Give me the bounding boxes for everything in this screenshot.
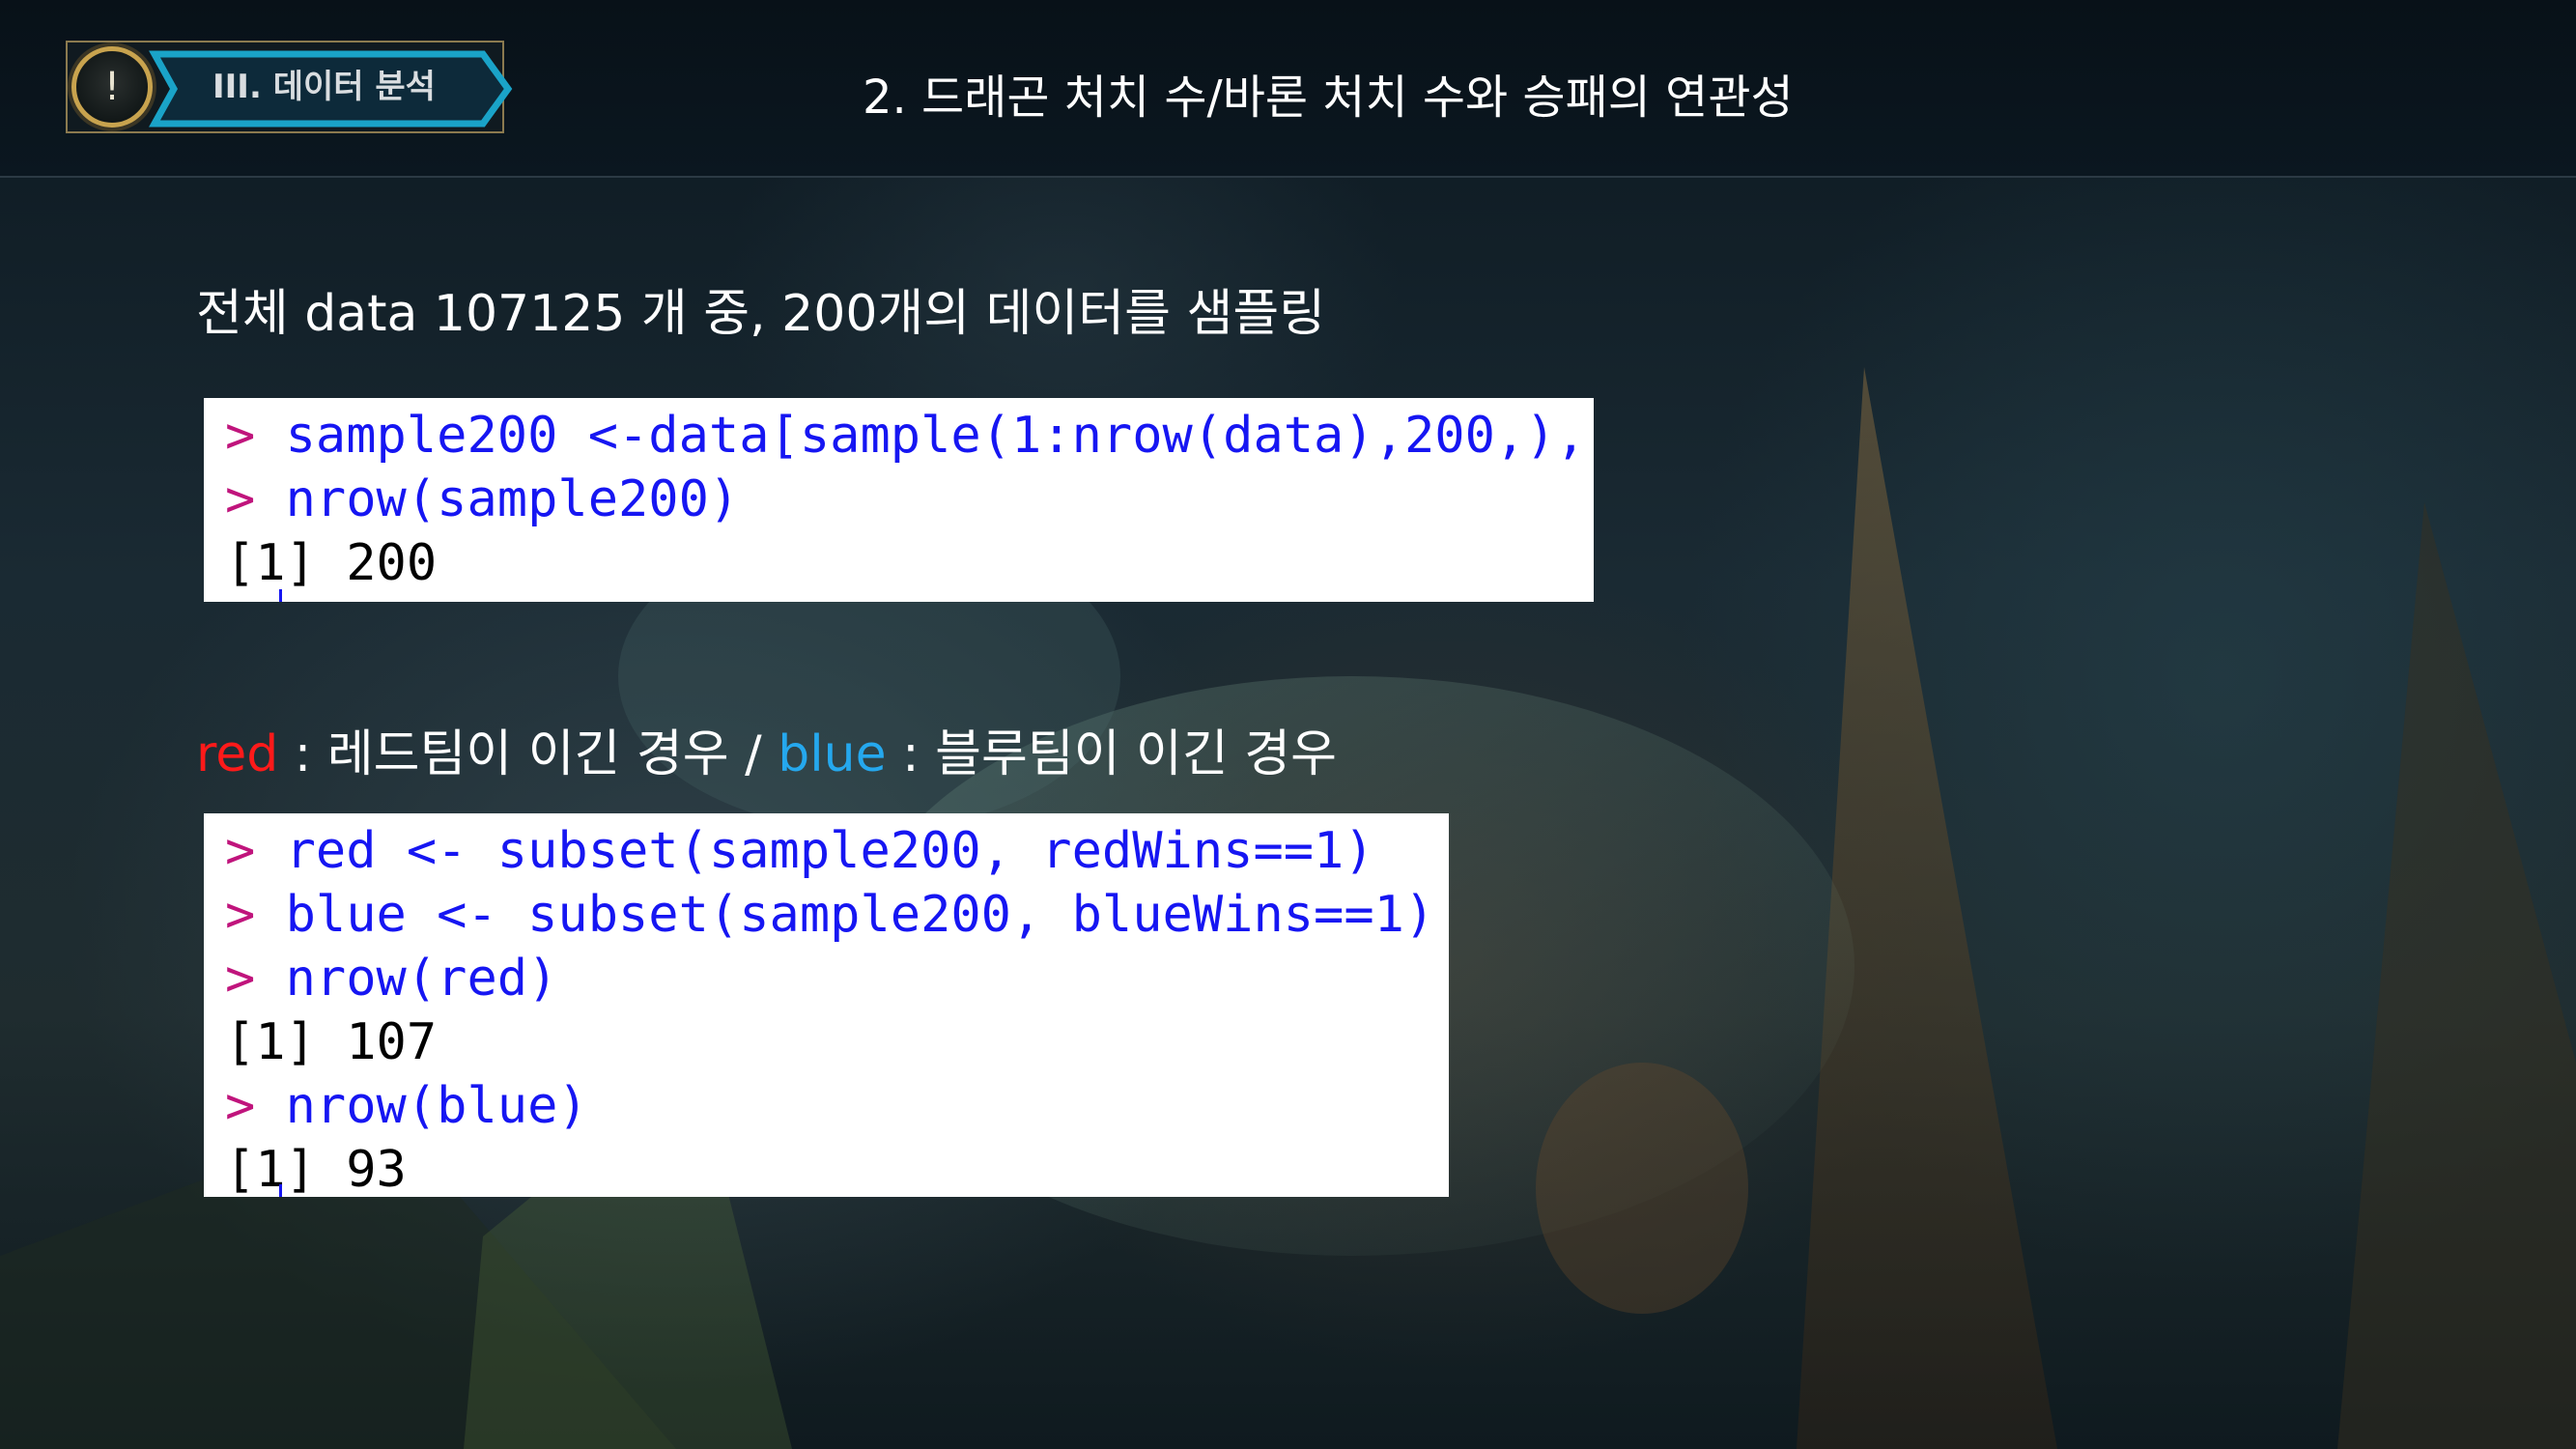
console-command: nrow(red): [285, 950, 558, 1008]
red-label: red: [196, 725, 279, 783]
console-command: red <- subset(sample200, redWins==1): [285, 822, 1374, 880]
console-line: [1] 200: [225, 531, 1594, 595]
console-prompt: >: [225, 822, 286, 880]
section-label: III. 데이터 분석: [212, 68, 436, 106]
console-line: > nrow(red): [225, 947, 1449, 1010]
console-prompt: >: [225, 950, 286, 1008]
console-prompt: >: [225, 886, 286, 944]
exclamation-glyph: !: [103, 65, 121, 109]
console-cursor: [279, 1184, 282, 1197]
console-cursor: [279, 589, 282, 602]
sampling-description: 전체 data 107125 개 중, 200개의 데이터를 샘플링: [196, 285, 1326, 343]
exclamation-icon: !: [71, 46, 153, 128]
console-command: sample200 <-data[sample(1:nrow(data),200…: [285, 407, 1594, 465]
console-command: nrow(blue): [285, 1077, 588, 1135]
console-prompt: >: [225, 1077, 286, 1135]
console-line: [1] 107: [225, 1010, 1449, 1074]
blue-label: blue: [778, 725, 887, 783]
win-legend: red : 레드팀이 이긴 경우 / blue : 블루팀이 이긴 경우: [196, 721, 1337, 788]
console-line: > nrow(blue): [225, 1074, 1449, 1138]
console-output: [1] 93: [225, 1141, 407, 1197]
r-console-sampling: > sample200 <-data[sample(1:nrow(data),2…: [204, 398, 1594, 602]
console-line: > nrow(sample200): [225, 468, 1594, 531]
console-output: [1] 107: [225, 1013, 438, 1071]
console-prompt: >: [225, 407, 286, 465]
console-command: blue <- subset(sample200, blueWins==1): [285, 886, 1435, 944]
console-command: nrow(sample200): [285, 470, 740, 528]
console-line: > blue <- subset(sample200, blueWins==1): [225, 883, 1449, 947]
console-output: [1] 200: [225, 534, 438, 592]
page-title: 2. 드래곤 처치 수/바론 처치 수와 승패의 연관성: [863, 71, 1794, 125]
console-line: > sample200 <-data[sample(1:nrow(data),2…: [225, 404, 1594, 468]
red-description: : 레드팀이 이긴 경우 /: [278, 725, 778, 783]
console-prompt: >: [225, 470, 286, 528]
console-line: [1] 93: [225, 1138, 1449, 1197]
blue-description: : 블루팀이 이긴 경우: [886, 725, 1337, 783]
console-line: > red <- subset(sample200, redWins==1): [225, 819, 1449, 883]
section-badge: ! III. 데이터 분석: [66, 41, 513, 133]
slide-header: ! III. 데이터 분석 2. 드래곤 처치 수/바론 처치 수와 승패의 연…: [0, 0, 2576, 178]
r-console-subset: > red <- subset(sample200, redWins==1) >…: [204, 813, 1449, 1197]
